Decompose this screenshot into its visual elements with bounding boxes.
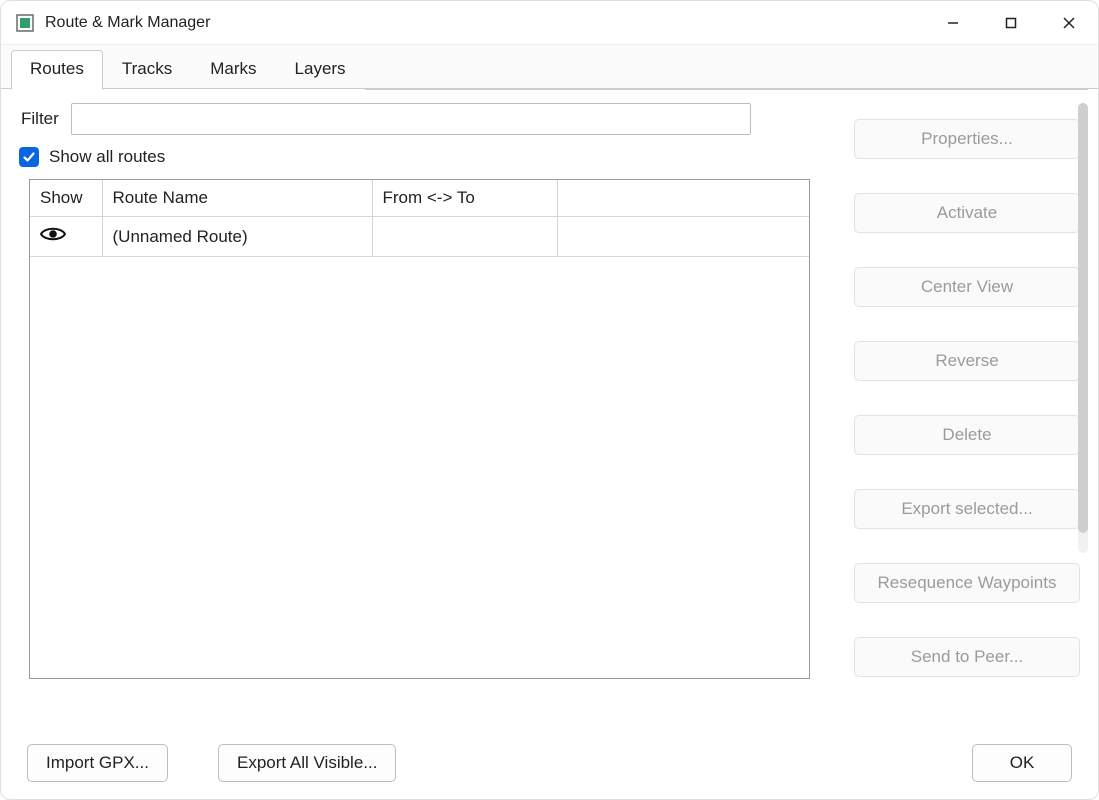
close-button[interactable] bbox=[1040, 1, 1098, 44]
side-scrollbar-thumb[interactable] bbox=[1078, 103, 1088, 533]
filter-row: Filter bbox=[21, 103, 830, 135]
show-all-row: Show all routes bbox=[19, 147, 830, 167]
activate-button[interactable]: Activate bbox=[854, 193, 1080, 233]
row-from-to[interactable] bbox=[372, 217, 557, 257]
send-to-peer-button[interactable]: Send to Peer... bbox=[854, 637, 1080, 677]
table-header-row: Show Route Name From <-> To bbox=[30, 180, 809, 217]
row-visibility-cell[interactable] bbox=[30, 217, 102, 257]
filter-label: Filter bbox=[21, 109, 59, 129]
minimize-button[interactable] bbox=[924, 1, 982, 44]
right-pane: Properties... Activate Center View Rever… bbox=[830, 99, 1090, 727]
tabbar: Routes Tracks Marks Layers bbox=[1, 45, 1098, 89]
center-view-button[interactable]: Center View bbox=[854, 267, 1080, 307]
tab-divider bbox=[365, 50, 1088, 90]
reverse-button[interactable]: Reverse bbox=[854, 341, 1080, 381]
maximize-button[interactable] bbox=[982, 1, 1040, 44]
bottom-bar: Import GPX... Export All Visible... OK bbox=[1, 727, 1098, 799]
routes-table: Show Route Name From <-> To bbox=[29, 179, 810, 679]
import-gpx-button[interactable]: Import GPX... bbox=[27, 744, 168, 782]
content-area: Filter Show all routes bbox=[1, 88, 1098, 727]
tab-tracks[interactable]: Tracks bbox=[103, 50, 191, 90]
col-header-extra[interactable] bbox=[557, 180, 809, 217]
properties-button[interactable]: Properties... bbox=[854, 119, 1080, 159]
ok-button[interactable]: OK bbox=[972, 744, 1072, 782]
export-selected-button[interactable]: Export selected... bbox=[854, 489, 1080, 529]
row-extra[interactable] bbox=[557, 217, 809, 257]
window-controls bbox=[924, 1, 1098, 44]
titlebar: Route & Mark Manager bbox=[1, 1, 1098, 45]
left-pane: Filter Show all routes bbox=[17, 99, 830, 727]
table-row[interactable]: (Unnamed Route) bbox=[30, 217, 809, 257]
filter-input[interactable] bbox=[71, 103, 751, 135]
row-route-name[interactable]: (Unnamed Route) bbox=[102, 217, 372, 257]
tab-layers[interactable]: Layers bbox=[276, 50, 365, 90]
resequence-waypoints-button[interactable]: Resequence Waypoints bbox=[854, 563, 1080, 603]
app-icon bbox=[15, 13, 35, 33]
window-title: Route & Mark Manager bbox=[45, 14, 924, 32]
export-all-visible-button[interactable]: Export All Visible... bbox=[218, 744, 396, 782]
side-button-group: Properties... Activate Center View Rever… bbox=[854, 119, 1080, 677]
show-all-checkbox[interactable] bbox=[19, 147, 39, 167]
delete-button[interactable]: Delete bbox=[854, 415, 1080, 455]
tab-marks[interactable]: Marks bbox=[191, 50, 275, 90]
col-header-from-to[interactable]: From <-> To bbox=[372, 180, 557, 217]
col-header-show[interactable]: Show bbox=[30, 180, 102, 217]
show-all-label: Show all routes bbox=[49, 147, 165, 167]
eye-icon bbox=[40, 225, 66, 243]
route-mark-manager-window: Route & Mark Manager Routes Tracks Marks… bbox=[0, 0, 1099, 800]
col-header-route-name[interactable]: Route Name bbox=[102, 180, 372, 217]
tab-routes[interactable]: Routes bbox=[11, 50, 103, 90]
